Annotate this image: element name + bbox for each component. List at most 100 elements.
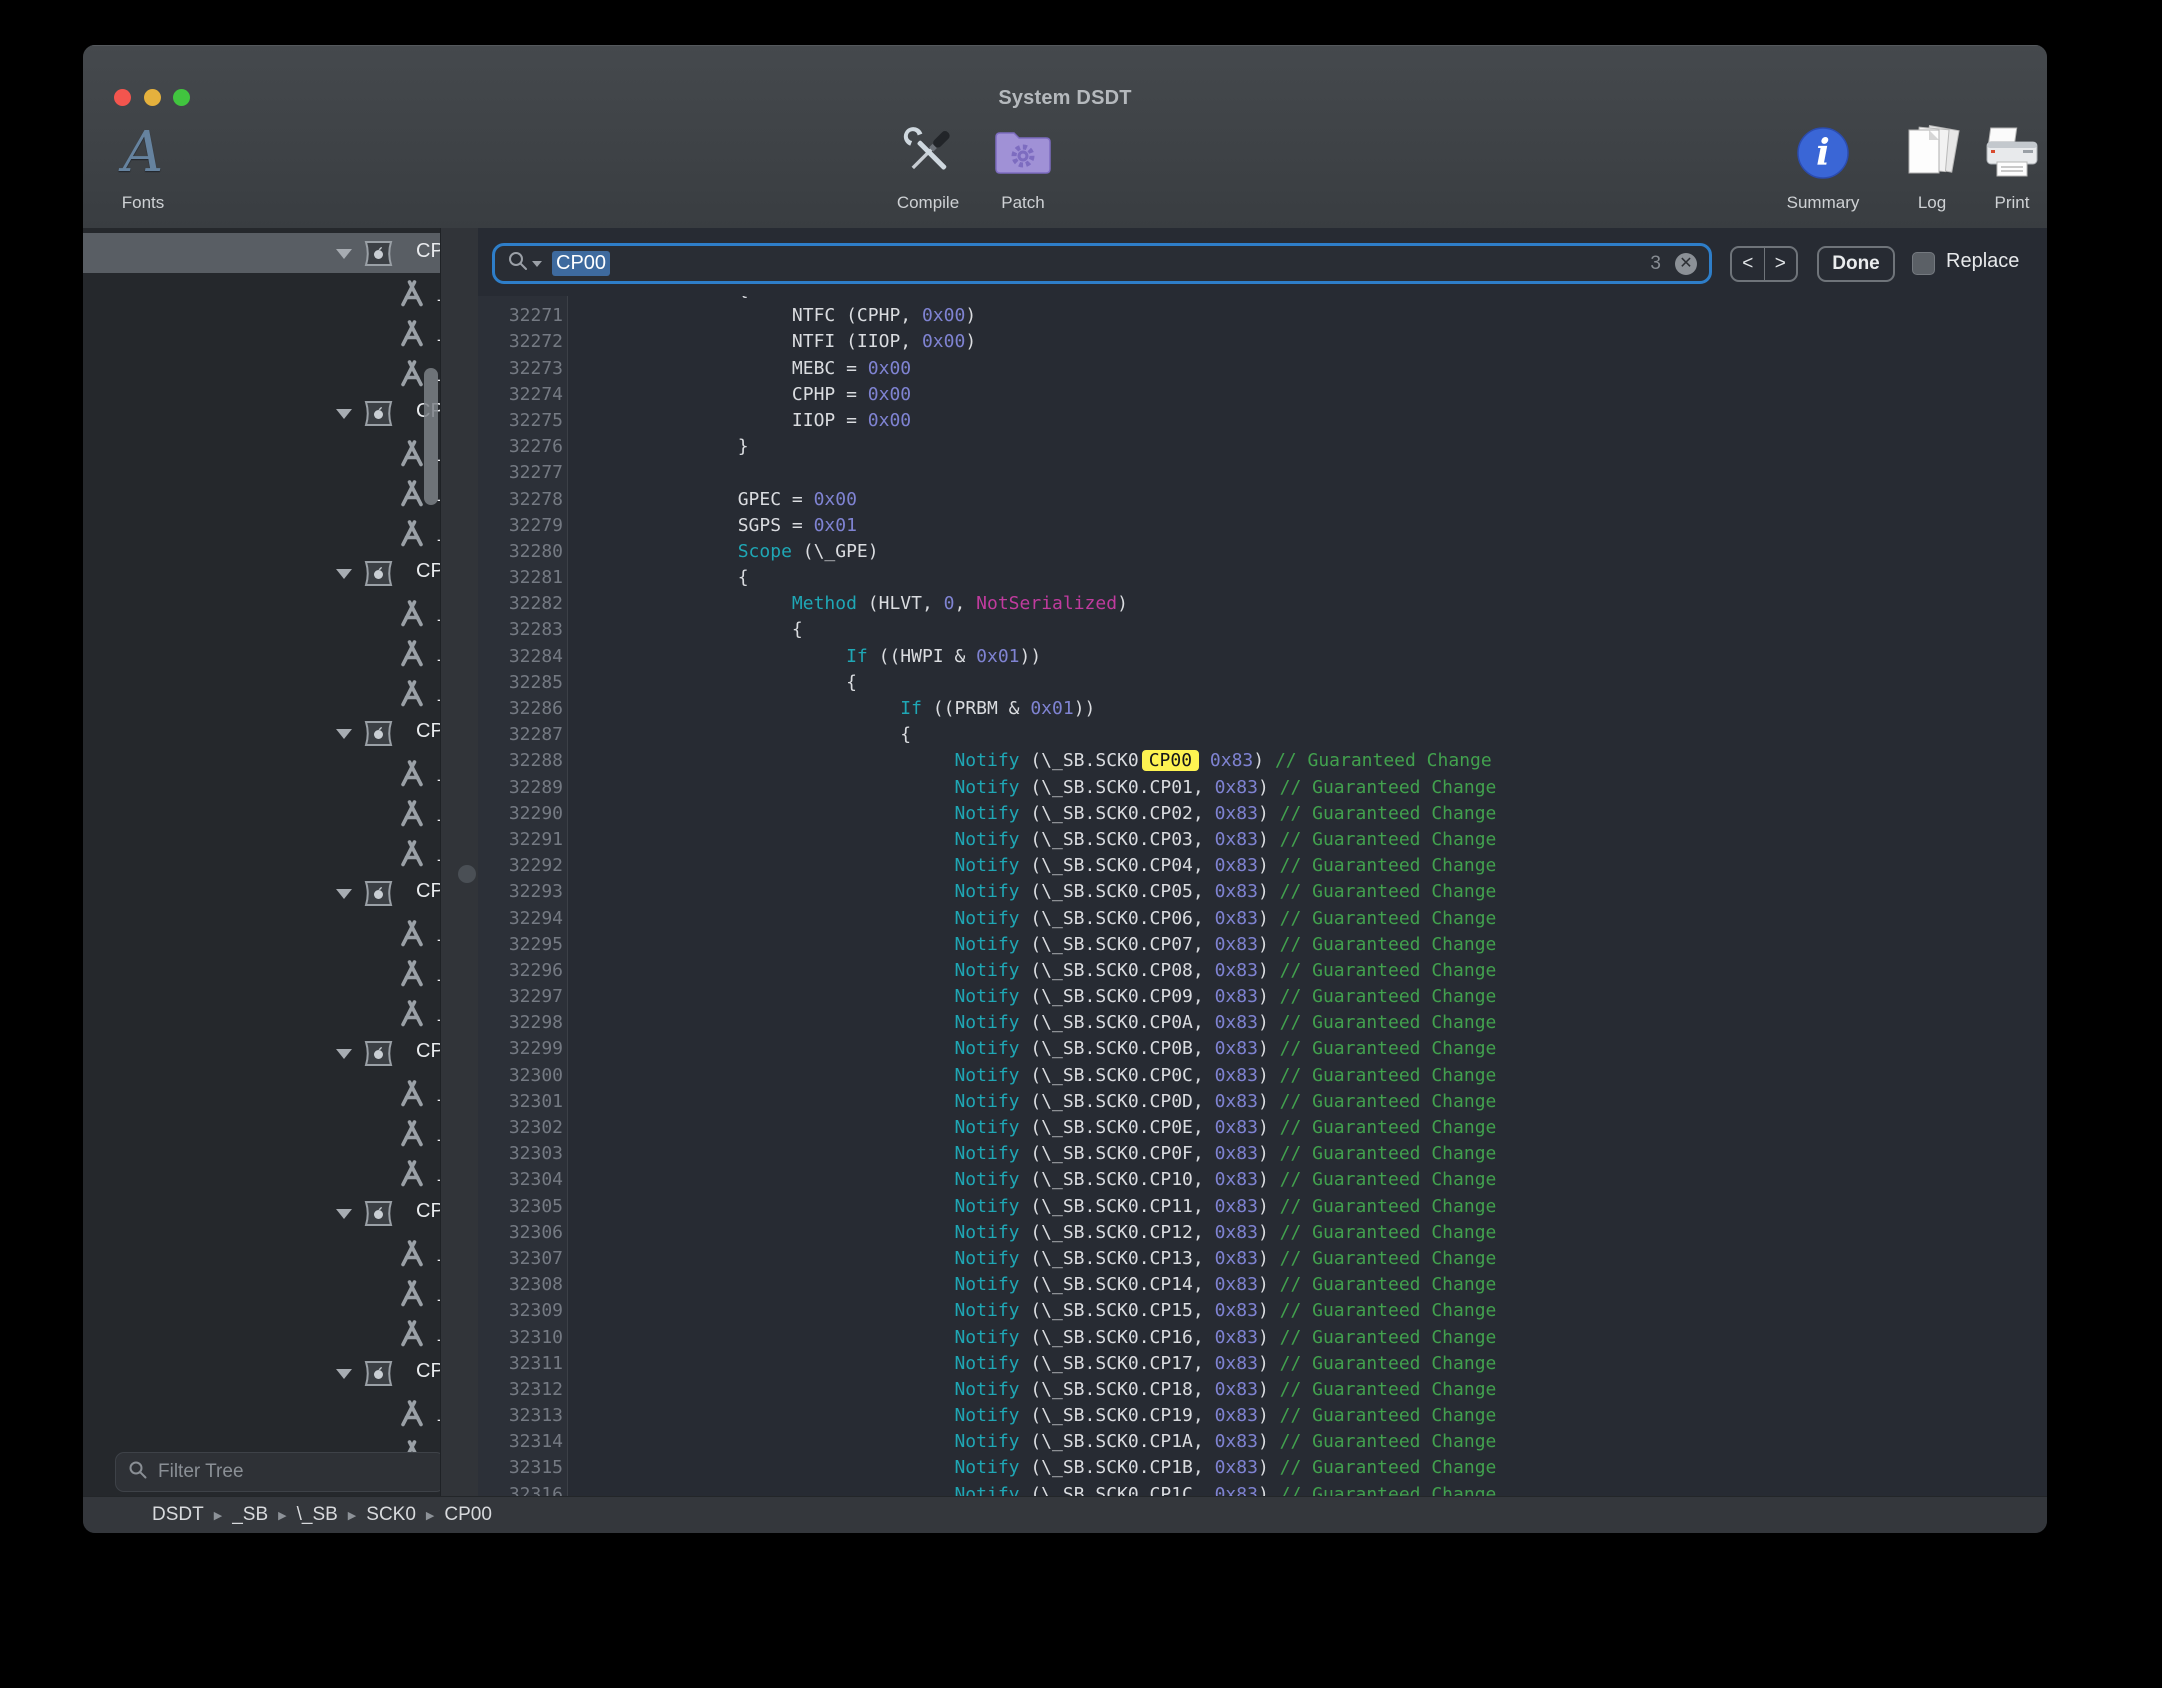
tree-item-child[interactable]: _S…	[83, 1113, 440, 1153]
filter-tree-input[interactable]	[156, 1460, 444, 1484]
toolbar-item-fonts[interactable]: A Fonts	[83, 117, 203, 213]
tree-item-child[interactable]: _…	[83, 993, 440, 1033]
app-window: System DSDT A Fonts	[83, 45, 2047, 1533]
tree-item-child[interactable]: _P…	[83, 1233, 440, 1273]
tree-item-child[interactable]: _P…	[83, 433, 440, 473]
code-line: NTFC (CPHP, 0x00)	[586, 305, 1496, 331]
breadcrumb-separator-icon: ▶	[426, 1509, 434, 1522]
toolbar-item-summary[interactable]: i Summary	[1763, 117, 1883, 213]
code-line: If ((PRBM & 0x01))	[586, 698, 1496, 724]
pane-splitter[interactable]	[440, 228, 480, 1496]
code-line: NTFI (IIOP, 0x00)	[586, 331, 1496, 357]
clear-search-icon[interactable]: ✕	[1675, 253, 1697, 275]
filter-tree-field[interactable]	[115, 1452, 445, 1492]
tree-item-child[interactable]: _S…	[83, 633, 440, 673]
code-line: {	[586, 619, 1496, 645]
find-input[interactable]: CP00 3 ✕	[492, 243, 1712, 284]
tree-item-cp06[interactable]: CP06	[83, 1193, 440, 1233]
toolbar-item-print[interactable]: Print	[1952, 117, 2047, 213]
method-icon	[397, 519, 427, 552]
code-line: Notify (\_SB.SCK0.CP0C, 0x83) // Guarant…	[586, 1065, 1496, 1091]
code-editor[interactable]: 3227032271322723227332274322753227632277…	[478, 296, 2047, 1496]
tree-item-label: CP07	[416, 1360, 440, 1383]
tree-item-child[interactable]: _S…	[83, 313, 440, 353]
breadcrumb-item[interactable]: _SB	[232, 1504, 268, 1526]
disclosure-triangle-icon[interactable]	[336, 1049, 352, 1059]
replace-checkbox[interactable]	[1912, 252, 1935, 275]
method-icon	[397, 1159, 427, 1192]
tree-item-child[interactable]: _S…	[83, 473, 440, 513]
desktop: System DSDT A Fonts	[0, 0, 2162, 1688]
splitter-handle-icon[interactable]	[458, 865, 476, 883]
breadcrumb-item[interactable]: CP00	[444, 1504, 492, 1526]
tree-item-child[interactable]: _…	[83, 673, 440, 713]
tree-item-child[interactable]: _S…	[83, 793, 440, 833]
find-next-button[interactable]: >	[1765, 248, 1797, 280]
disclosure-triangle-icon[interactable]	[336, 889, 352, 899]
method-icon	[397, 1279, 427, 1312]
tree-item-child[interactable]: _…	[83, 1153, 440, 1193]
tree-item-child[interactable]: _P…	[83, 1073, 440, 1113]
breadcrumb-item[interactable]: \_SB	[297, 1504, 338, 1526]
tree-item-cp02[interactable]: CP02	[83, 553, 440, 593]
method-icon	[397, 439, 427, 472]
code-line: Notify (\_SB.SCK0.CP16, 0x83) // Guarant…	[586, 1327, 1496, 1353]
code-line	[586, 462, 1496, 488]
toolbar-label: Print	[1952, 193, 2047, 213]
code-line: Notify (\_SB.SCK0.CP0D, 0x83) // Guarant…	[586, 1091, 1496, 1117]
disclosure-triangle-icon[interactable]	[336, 569, 352, 579]
find-bar: CP00 3 ✕ < > Done Replace	[478, 228, 2047, 296]
method-icon	[397, 319, 427, 352]
tree-item-cp01[interactable]: CP01	[83, 393, 440, 433]
code-line: }	[586, 436, 1496, 462]
info-icon: i	[1763, 117, 1883, 189]
tree-item-child[interactable]: _…	[83, 513, 440, 553]
tree-item-child[interactable]: _…	[83, 833, 440, 873]
tree-item-child[interactable]: _…	[83, 1313, 440, 1353]
tree-item-child[interactable]: _P…	[83, 1393, 440, 1433]
code-line: If ((HWPI & 0x01))	[586, 646, 1496, 672]
toolbar-item-patch[interactable]: Patch	[963, 117, 1083, 213]
method-icon	[397, 679, 427, 712]
disclosure-triangle-icon[interactable]	[336, 729, 352, 739]
done-button[interactable]: Done	[1817, 246, 1895, 282]
method-icon	[397, 1319, 427, 1352]
scope-icon	[363, 560, 394, 592]
code-line: {	[586, 724, 1496, 750]
tree-item-cp03[interactable]: CP03	[83, 713, 440, 753]
sidebar-scrollbar[interactable]	[424, 368, 438, 505]
disclosure-triangle-icon[interactable]	[336, 409, 352, 419]
tree-item-label: CP00	[416, 240, 440, 263]
code-line: Notify (\_SB.SCK0.CP0E, 0x83) // Guarant…	[586, 1117, 1496, 1143]
tree-item-cp04[interactable]: CP04	[83, 873, 440, 913]
code-line: Notify (\_SB.SCK0.CP0B, 0x83) // Guarant…	[586, 1038, 1496, 1064]
disclosure-triangle-icon[interactable]	[336, 249, 352, 259]
tree-item-cp05[interactable]: CP05	[83, 1033, 440, 1073]
tree-item-child[interactable]: _…	[83, 353, 440, 393]
tree-item-child[interactable]: _S…	[83, 953, 440, 993]
search-menu-chevron-icon[interactable]	[532, 261, 542, 267]
find-previous-button[interactable]: <	[1732, 248, 1765, 280]
tree-item-child[interactable]: _P…	[83, 913, 440, 953]
breadcrumb-item[interactable]: DSDT	[152, 1504, 204, 1526]
tree-item-child[interactable]: _P…	[83, 593, 440, 633]
method-icon	[397, 279, 427, 312]
breadcrumb-item[interactable]: SCK0	[366, 1504, 416, 1526]
replace-label: Replace	[1946, 250, 2019, 273]
code-line: Notify (\_SB.SCK0.CP0A, 0x83) // Guarant…	[586, 1012, 1496, 1038]
tree-item-cp00[interactable]: CP00	[83, 233, 440, 273]
tree-item-child[interactable]: _P…	[83, 753, 440, 793]
tree-item-child[interactable]: _P…	[83, 273, 440, 313]
code-line: Notify (\_SB.SCK0CP00 0x83) // Guarantee…	[586, 750, 1496, 776]
tree-item-cp07[interactable]: CP07	[83, 1353, 440, 1393]
disclosure-triangle-icon[interactable]	[336, 1209, 352, 1219]
tree-item-child[interactable]: _S…	[83, 1273, 440, 1313]
printer-icon	[1952, 117, 2047, 189]
method-icon	[397, 1399, 427, 1432]
tree-item-child[interactable]: _S…	[83, 1433, 440, 1452]
scope-icon	[363, 720, 394, 752]
content-area: CP00_P…_S…_…CP01_P…_S…_…CP02_P…_S…_…CP03…	[83, 228, 2047, 1496]
disclosure-triangle-icon[interactable]	[336, 1369, 352, 1379]
titlebar: System DSDT A Fonts	[83, 45, 2047, 229]
method-icon	[397, 839, 427, 872]
